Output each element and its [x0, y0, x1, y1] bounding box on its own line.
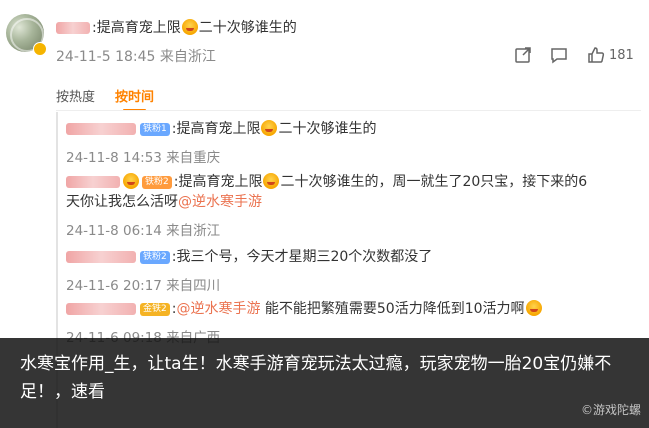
reply-meta: 24-11-8 06:14 来自浙江: [66, 223, 221, 239]
post-text: :提高育宠上限: [92, 20, 181, 36]
emoji-icon: [181, 19, 198, 35]
username-blurred[interactable]: [66, 303, 136, 315]
fan-badge: 铁粉2: [140, 251, 170, 264]
emoji-icon: [261, 120, 278, 136]
comment-button[interactable]: [541, 44, 577, 66]
reply-text: :提高育宠上限: [173, 174, 263, 190]
reply-text-suffix: 二十次够谁生的: [278, 121, 377, 137]
like-count: 181: [609, 47, 634, 63]
fan-badge: 金铁2: [140, 303, 170, 316]
username-blurred[interactable]: [66, 176, 120, 188]
post-content: :提高育宠上限 二十次够谁生的: [56, 18, 297, 38]
username-blurred[interactable]: [66, 123, 136, 135]
share-icon: [515, 47, 531, 63]
username-blurred[interactable]: [66, 251, 136, 263]
verified-badge-icon: [33, 42, 47, 56]
post-text-suffix: 二十次够谁生的: [198, 20, 297, 36]
reply-text: :我三个号，今天才星期三20个次数都没了: [171, 249, 433, 265]
reply-item: 铁粉2:我三个号，今天才星期三20个次数都没了 24-11-6 20:17 来自…: [66, 247, 432, 294]
post-meta: 24-11-5 18:45 来自浙江: [56, 49, 216, 65]
comment-icon: [551, 48, 567, 64]
like-icon: [588, 47, 605, 63]
fan-badge: 铁粉2: [142, 176, 172, 189]
fan-badge: 铁粉1: [140, 123, 170, 136]
watermark: ©游戏陀螺: [580, 403, 641, 417]
reply-item: 铁粉2:提高育宠上限 二十次够谁生的，周一就生了20只宝，接下来的6 天你让我怎么…: [66, 172, 587, 239]
tab-sort-time[interactable]: 按时间: [115, 86, 154, 111]
reply-text: :提高育宠上限: [171, 121, 261, 137]
sort-tabs: 按热度 按时间: [56, 86, 174, 111]
share-button[interactable]: [505, 44, 541, 66]
reply-item: 铁粉1:提高育宠上限 二十次够谁生的 24-11-8 14:53 来自重庆: [66, 119, 376, 166]
weibo-comment-panel: :提高育宠上限 二十次够谁生的 24-11-5 18:45 来自浙江 181 按热…: [0, 0, 649, 428]
username-blurred[interactable]: [56, 22, 90, 34]
mention-link[interactable]: @逆水寒手游: [176, 301, 260, 317]
divider: [56, 110, 641, 111]
reply-meta: 24-11-8 14:53 来自重庆: [66, 150, 221, 166]
mention-link[interactable]: @逆水寒手游: [178, 194, 262, 210]
reply-text-suffix: 能不能把繁殖需要50活力降低到10活力啊: [260, 301, 525, 317]
reply-text-line2: 天你让我怎么活呀: [66, 194, 178, 210]
caption-overlay: 水寒宝作用_生，让ta生！水寒手游育宠玩法太过瘾，玩家宠物一胎20宝仍嫌不足！，…: [0, 338, 649, 428]
like-button[interactable]: 181: [577, 44, 634, 66]
tab-sort-hot[interactable]: 按热度: [56, 86, 95, 105]
emoji-icon: [123, 173, 139, 189]
emoji-icon: [263, 173, 280, 189]
caption-text: 水寒宝作用_生，让ta生！水寒手游育宠玩法太过瘾，玩家宠物一胎20宝仍嫌不足！，…: [20, 354, 612, 402]
post-actions: 181: [505, 44, 634, 66]
reply-meta: 24-11-6 20:17 来自四川: [66, 278, 221, 294]
emoji-icon: [525, 300, 542, 316]
reply-text-suffix: 二十次够谁生的，周一就生了20只宝，接下来的6: [280, 174, 588, 190]
